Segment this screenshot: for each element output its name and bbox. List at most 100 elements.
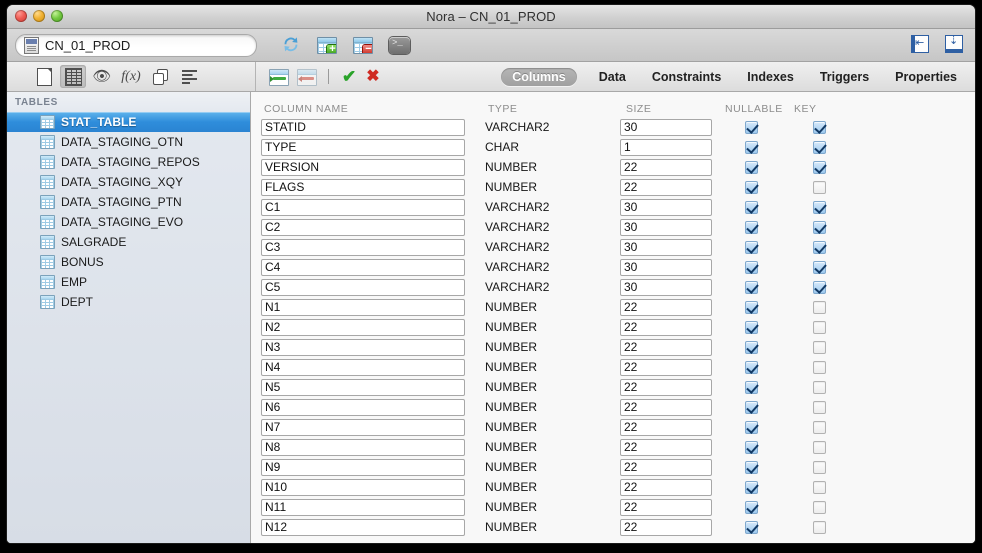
key-checkbox[interactable] <box>813 260 826 274</box>
key-checkbox[interactable] <box>813 300 826 314</box>
key-checkbox[interactable] <box>813 180 826 194</box>
column-type-value[interactable]: NUMBER <box>473 160 620 174</box>
nullable-checkbox[interactable] <box>745 260 758 274</box>
column-size-input[interactable]: 22 <box>620 458 712 476</box>
column-type-value[interactable]: NUMBER <box>473 500 620 514</box>
column-type-value[interactable]: NUMBER <box>473 300 620 314</box>
nullable-checkbox[interactable] <box>745 380 758 394</box>
revert-x-icon[interactable]: ✖ <box>366 68 379 85</box>
tab-data[interactable]: Data <box>595 68 630 86</box>
column-size-input[interactable]: 22 <box>620 318 712 336</box>
column-name-input[interactable]: N3 <box>261 338 465 356</box>
toggle-left-panel-icon[interactable]: ⇤ <box>911 35 929 53</box>
toggle-bottom-panel-icon[interactable]: ⇣ <box>945 35 963 53</box>
tab-properties[interactable]: Properties <box>891 68 961 86</box>
view-eye-icon[interactable]: 👁 <box>89 65 115 88</box>
column-type-value[interactable]: NUMBER <box>473 380 620 394</box>
key-checkbox[interactable] <box>813 420 826 434</box>
nullable-checkbox[interactable] <box>745 500 758 514</box>
add-row-icon[interactable] <box>269 69 289 86</box>
column-size-input[interactable]: 22 <box>620 498 712 516</box>
connection-selector[interactable]: CN_01_PROD <box>15 33 257 57</box>
key-checkbox[interactable] <box>813 160 826 174</box>
column-size-input[interactable]: 22 <box>620 298 712 316</box>
column-type-value[interactable]: VARCHAR2 <box>473 280 620 294</box>
column-size-input[interactable]: 30 <box>620 258 712 276</box>
new-document-icon[interactable] <box>31 65 57 88</box>
column-type-value[interactable]: NUMBER <box>473 340 620 354</box>
delete-row-icon[interactable] <box>297 69 317 86</box>
nullable-checkbox[interactable] <box>745 420 758 434</box>
nullable-checkbox[interactable] <box>745 240 758 254</box>
key-checkbox[interactable] <box>813 520 826 534</box>
column-name-input[interactable]: N10 <box>261 478 465 496</box>
nullable-checkbox[interactable] <box>745 400 758 414</box>
column-type-value[interactable]: VARCHAR2 <box>473 120 620 134</box>
column-type-value[interactable]: NUMBER <box>473 520 620 534</box>
zoom-button[interactable] <box>51 10 63 22</box>
column-name-input[interactable]: C2 <box>261 218 465 236</box>
nullable-checkbox[interactable] <box>745 480 758 494</box>
column-size-input[interactable]: 1 <box>620 138 712 156</box>
column-size-input[interactable]: 22 <box>620 438 712 456</box>
sidebar-item-data_staging_otn[interactable]: DATA_STAGING_OTN <box>7 132 250 152</box>
column-name-input[interactable]: N11 <box>261 498 465 516</box>
sidebar-item-emp[interactable]: EMP <box>7 272 250 292</box>
sidebar-item-data_staging_ptn[interactable]: DATA_STAGING_PTN <box>7 192 250 212</box>
nullable-checkbox[interactable] <box>745 280 758 294</box>
column-size-input[interactable]: 22 <box>620 478 712 496</box>
column-type-value[interactable]: VARCHAR2 <box>473 260 620 274</box>
nullable-checkbox[interactable] <box>745 200 758 214</box>
nullable-checkbox[interactable] <box>745 320 758 334</box>
console-icon[interactable] <box>389 35 411 55</box>
column-size-input[interactable]: 22 <box>620 398 712 416</box>
nullable-checkbox[interactable] <box>745 340 758 354</box>
column-type-value[interactable]: NUMBER <box>473 400 620 414</box>
nullable-checkbox[interactable] <box>745 140 758 154</box>
key-checkbox[interactable] <box>813 400 826 414</box>
column-name-input[interactable]: N4 <box>261 358 465 376</box>
column-size-input[interactable]: 22 <box>620 418 712 436</box>
key-checkbox[interactable] <box>813 280 826 294</box>
column-name-input[interactable]: C1 <box>261 198 465 216</box>
column-name-input[interactable]: N12 <box>261 518 465 536</box>
column-size-input[interactable]: 30 <box>620 118 712 136</box>
function-icon[interactable]: f(x) <box>118 65 144 88</box>
column-type-value[interactable]: NUMBER <box>473 360 620 374</box>
minimize-button[interactable] <box>33 10 45 22</box>
column-size-input[interactable]: 22 <box>620 178 712 196</box>
nullable-checkbox[interactable] <box>745 300 758 314</box>
column-size-input[interactable]: 22 <box>620 518 712 536</box>
column-name-input[interactable]: N5 <box>261 378 465 396</box>
column-size-input[interactable]: 30 <box>620 198 712 216</box>
nullable-checkbox[interactable] <box>745 360 758 374</box>
key-checkbox[interactable] <box>813 200 826 214</box>
key-checkbox[interactable] <box>813 220 826 234</box>
nullable-checkbox[interactable] <box>745 440 758 454</box>
column-name-input[interactable]: N6 <box>261 398 465 416</box>
column-name-input[interactable]: TYPE <box>261 138 465 156</box>
nullable-checkbox[interactable] <box>745 180 758 194</box>
column-name-input[interactable]: N7 <box>261 418 465 436</box>
column-name-input[interactable]: N9 <box>261 458 465 476</box>
drop-table-icon[interactable]: − <box>353 35 375 55</box>
tab-indexes[interactable]: Indexes <box>743 68 798 86</box>
key-checkbox[interactable] <box>813 140 826 154</box>
column-type-value[interactable]: NUMBER <box>473 480 620 494</box>
key-checkbox[interactable] <box>813 320 826 334</box>
column-size-input[interactable]: 30 <box>620 278 712 296</box>
column-size-input[interactable]: 22 <box>620 378 712 396</box>
key-checkbox[interactable] <box>813 380 826 394</box>
key-checkbox[interactable] <box>813 240 826 254</box>
column-type-value[interactable]: NUMBER <box>473 460 620 474</box>
column-type-value[interactable]: CHAR <box>473 140 620 154</box>
nullable-checkbox[interactable] <box>745 220 758 234</box>
column-name-input[interactable]: N8 <box>261 438 465 456</box>
column-type-value[interactable]: NUMBER <box>473 320 620 334</box>
column-name-input[interactable]: C5 <box>261 278 465 296</box>
column-name-input[interactable]: C4 <box>261 258 465 276</box>
column-type-value[interactable]: VARCHAR2 <box>473 240 620 254</box>
sidebar-item-bonus[interactable]: BONUS <box>7 252 250 272</box>
sidebar-item-data_staging_repos[interactable]: DATA_STAGING_REPOS <box>7 152 250 172</box>
refresh-icon[interactable] <box>281 35 303 55</box>
